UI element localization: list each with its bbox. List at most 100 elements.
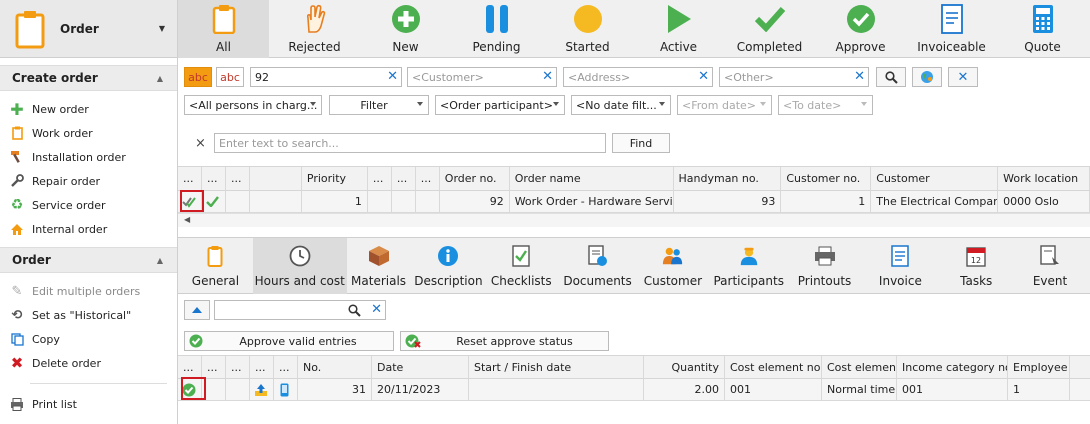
tab-printouts[interactable]: Printouts [791, 238, 859, 294]
tab-tasks[interactable]: 12 Tasks [942, 238, 1010, 294]
clear-all-button[interactable]: ✕ [948, 67, 978, 87]
horizontal-scrollbar[interactable]: ◀ [178, 213, 1090, 227]
tab-checklists[interactable]: Checklists [486, 238, 556, 294]
upload-icon[interactable] [250, 379, 274, 400]
col-header[interactable]: ... [202, 356, 226, 378]
filter-new-button[interactable]: New [360, 0, 451, 58]
col-header-customer-no[interactable]: Customer no. [781, 167, 872, 190]
print-list-item[interactable]: Print list [0, 392, 177, 416]
col-header-date[interactable]: Date [372, 356, 469, 378]
module-selector[interactable]: Order ▼ [0, 0, 177, 58]
hours-search-input[interactable]: ✕ [214, 300, 386, 320]
scroll-left-icon[interactable]: ◀ [184, 215, 190, 224]
tab-customer[interactable]: Customer [639, 238, 707, 294]
documents-icon [587, 245, 609, 267]
col-header[interactable]: ... [392, 167, 416, 190]
table-row[interactable]: 1 92 Work Order - Hardware Service 93 1 … [178, 191, 1090, 213]
work-order-item[interactable]: Work order [0, 121, 177, 145]
collapse-icon[interactable]: ▲ [157, 74, 163, 83]
col-header-employee[interactable]: Employee [1008, 356, 1070, 378]
delete-order-item[interactable]: ✖ Delete order [0, 351, 177, 375]
filter-active-button[interactable]: Active [633, 0, 724, 58]
filter-pending-button[interactable]: Pending [451, 0, 542, 58]
service-order-item[interactable]: ♻ Service order [0, 193, 177, 217]
col-header[interactable]: ... [416, 167, 440, 190]
col-header-order-name[interactable]: Order name [510, 167, 674, 190]
reset-approve-status-button[interactable]: Reset approve status [400, 331, 609, 351]
case-toggle[interactable]: abc [216, 67, 244, 87]
clear-icon[interactable]: ✕ [854, 70, 865, 84]
edit-multiple-orders-item[interactable]: ✎ Edit multiple orders [0, 279, 177, 303]
text-search-input[interactable]: Enter text to search... [214, 133, 606, 153]
col-header[interactable]: ... [178, 167, 202, 190]
installation-order-item[interactable]: Installation order [0, 145, 177, 169]
tab-documents[interactable]: Documents [556, 238, 639, 294]
set-historical-item[interactable]: ⟲ Set as "Historical" [0, 303, 177, 327]
col-header-start-finish[interactable]: Start / Finish date [469, 356, 644, 378]
filter-quote-button[interactable]: Quote [997, 0, 1088, 58]
copy-item[interactable]: Copy [0, 327, 177, 351]
col-header-income-category-no[interactable]: Income category no. [897, 356, 1008, 378]
filter-started-button[interactable]: Started [542, 0, 633, 58]
section-create-order[interactable]: Create order ▲ [0, 65, 177, 91]
col-header[interactable]: ... [226, 356, 250, 378]
participant-dropdown[interactable]: <Order participant> [435, 95, 565, 115]
col-header-work-location[interactable]: Work location [998, 167, 1090, 190]
tab-participants[interactable]: Participants [707, 238, 791, 294]
collapse-button[interactable] [184, 300, 210, 320]
new-order-item[interactable]: ✚ New order [0, 97, 177, 121]
map-search-button[interactable] [912, 67, 942, 87]
col-header[interactable]: ... [274, 356, 298, 378]
col-header[interactable]: ... [178, 356, 202, 378]
tab-general[interactable]: General [178, 238, 253, 294]
search-button[interactable] [876, 67, 906, 87]
clear-icon[interactable]: ✕ [387, 70, 398, 84]
clear-icon[interactable]: ✕ [698, 70, 709, 84]
collapse-icon[interactable]: ▲ [157, 256, 163, 265]
col-header-no[interactable]: No. [298, 356, 372, 378]
col-header[interactable]: ... [368, 167, 392, 190]
clear-icon[interactable]: ✕ [542, 70, 553, 84]
col-header-customer[interactable]: Customer [871, 167, 999, 190]
tab-invoice[interactable]: Invoice [858, 238, 942, 294]
filter-rejected-button[interactable]: Rejected [269, 0, 360, 58]
order-search-input[interactable]: 92 ✕ [250, 67, 402, 87]
to-date-field[interactable]: <To date> [778, 95, 873, 115]
address-input[interactable]: <Address> ✕ [563, 67, 713, 87]
approve-valid-entries-button[interactable]: Approve valid entries [184, 331, 394, 351]
chevron-down-icon[interactable]: ▼ [159, 24, 165, 33]
col-header[interactable] [250, 167, 302, 190]
from-date-field[interactable]: <From date> [677, 95, 772, 115]
col-header-order-no[interactable]: Order no. [440, 167, 510, 190]
tab-materials[interactable]: Materials [347, 238, 411, 294]
col-header-handyman-no[interactable]: Handyman no. [674, 167, 782, 190]
col-header-priority[interactable]: Priority [302, 167, 368, 190]
col-header-cost-element-no[interactable]: Cost element no. [725, 356, 822, 378]
internal-order-item[interactable]: Internal order [0, 217, 177, 241]
clear-icon[interactable]: ✕ [371, 303, 382, 317]
col-header-cost-element[interactable]: Cost element [822, 356, 897, 378]
table-row[interactable]: 31 20/11/2023 2.00 001 Normal time 001 1 [178, 379, 1090, 401]
col-header-quantity[interactable]: Quantity [644, 356, 725, 378]
find-button[interactable]: Find [612, 133, 670, 153]
col-header[interactable]: ... [250, 356, 274, 378]
search-icon[interactable] [348, 304, 361, 317]
col-header[interactable]: ... [202, 167, 226, 190]
date-filter-dropdown[interactable]: <No date filt... [571, 95, 671, 115]
customer-input[interactable]: <Customer> ✕ [407, 67, 557, 87]
filter-approve-button[interactable]: Approve [815, 0, 906, 58]
tab-hours-and-cost[interactable]: Hours and cost [252, 238, 347, 294]
filter-completed-button[interactable]: Completed [724, 0, 815, 58]
filter-all-button[interactable]: All [178, 0, 269, 58]
tab-description[interactable]: Description [410, 238, 486, 294]
filter-dropdown[interactable]: Filter [329, 95, 429, 115]
clear-text-search-icon[interactable]: × [195, 136, 206, 151]
filter-invoiceable-button[interactable]: Invoiceable [906, 0, 997, 58]
other-input[interactable]: <Other> ✕ [719, 67, 869, 87]
case-toggle-active[interactable]: abc [184, 67, 212, 87]
tab-event[interactable]: Event [1010, 238, 1090, 294]
repair-order-item[interactable]: Repair order [0, 169, 177, 193]
section-order[interactable]: Order ▲ [0, 247, 177, 273]
persons-dropdown[interactable]: <All persons in charg... [184, 95, 322, 115]
col-header[interactable]: ... [226, 167, 250, 190]
